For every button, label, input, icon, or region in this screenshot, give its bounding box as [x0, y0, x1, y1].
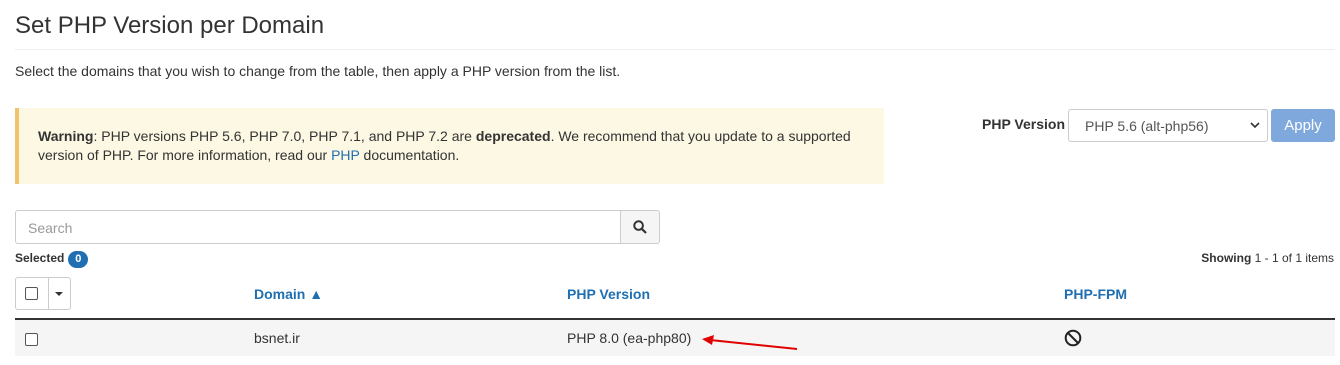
apply-button[interactable]: Apply — [1271, 109, 1335, 142]
search-input[interactable]: Search — [15, 210, 621, 244]
search-icon — [633, 220, 647, 234]
page-title: Set PHP Version per Domain — [15, 12, 325, 39]
select-all-control[interactable] — [15, 277, 71, 310]
php-docs-link[interactable]: PHP — [331, 147, 360, 163]
deprecation-warning: Warning: PHP versions PHP 5.6, PHP 7.0, … — [15, 108, 884, 184]
selected-label: Selected — [15, 251, 65, 265]
warning-label: Warning — [38, 128, 94, 144]
php-version-select[interactable]: PHP 5.6 (alt-php56) — [1068, 109, 1268, 142]
select-all-checkbox[interactable] — [25, 287, 38, 300]
column-header-php-version[interactable]: PHP Version — [567, 286, 650, 302]
selected-count: Selected 0 — [15, 251, 89, 268]
php-version-selected-value: PHP 5.6 (alt-php56) — [1085, 118, 1209, 134]
disabled-icon — [1064, 329, 1082, 347]
annotation-arrow-icon — [702, 335, 798, 350]
column-header-domain[interactable]: Domain ▲ — [254, 286, 323, 302]
search-button[interactable] — [620, 210, 660, 244]
warning-text-3: documentation. — [359, 147, 460, 163]
php-version-label: PHP Version — [982, 116, 1066, 132]
warning-text-1: : PHP versions PHP 5.6, PHP 7.0, PHP 7.1… — [93, 128, 476, 144]
php-version-cell: PHP 8.0 (ea-php80) — [567, 330, 692, 346]
pagination-summary: Showing 1 - 1 of 1 items — [1201, 251, 1334, 265]
caret-down-icon[interactable] — [55, 292, 63, 296]
domain-cell: bsnet.ir — [254, 330, 300, 346]
warning-deprecated: deprecated — [475, 128, 551, 144]
showing-range: 1 - 1 of 1 items — [1251, 251, 1334, 265]
row-checkbox[interactable] — [25, 333, 38, 346]
selected-badge: 0 — [68, 251, 89, 268]
page-description: Select the domains that you wish to chan… — [15, 63, 621, 79]
column-header-php-fpm[interactable]: PHP-FPM — [1064, 286, 1127, 302]
title-divider — [15, 49, 1335, 50]
showing-label: Showing — [1201, 251, 1252, 265]
table-row: bsnet.ir PHP 8.0 (ea-php80) — [15, 320, 1335, 356]
chevron-down-icon — [1250, 122, 1260, 129]
select-all-divider — [48, 278, 49, 309]
